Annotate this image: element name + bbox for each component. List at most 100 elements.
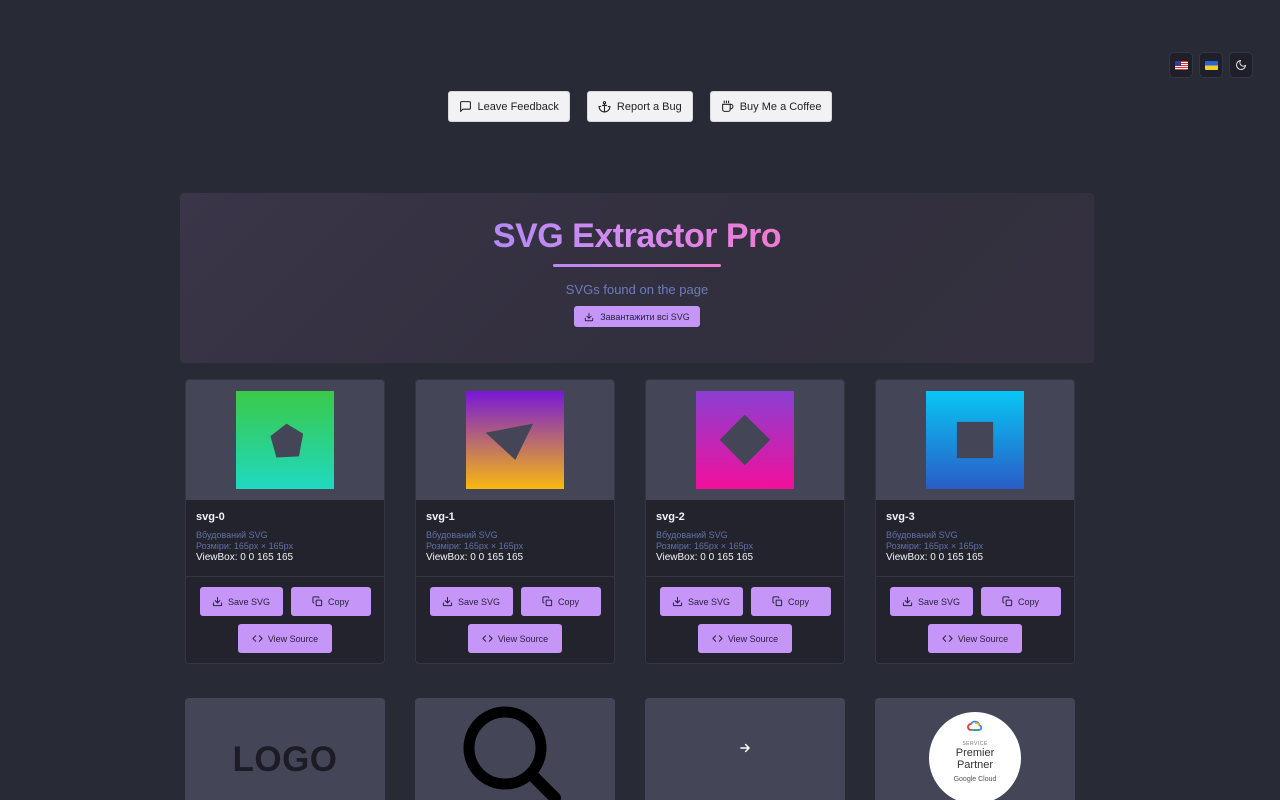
download-icon	[442, 596, 453, 607]
view-source-button[interactable]: View Source	[928, 624, 1022, 653]
language-ukrainian-button[interactable]	[1199, 52, 1223, 78]
svg-card: svg-3 Вбудований SVG Розміри: 165px × 16…	[875, 379, 1075, 664]
svg-type: Вбудований SVG	[656, 530, 728, 540]
svg-card: svg-1 Вбудований SVG Розміри: 165px × 16…	[415, 379, 615, 664]
top-controls	[1169, 52, 1253, 78]
save-svg-button[interactable]: Save SVG	[889, 587, 973, 616]
square-graphic	[926, 391, 1024, 489]
svg-card: svg-2 Вбудований SVG Розміри: 165px × 16…	[645, 379, 845, 664]
svg-type: Вбудований SVG	[196, 530, 268, 540]
svg-info: svg-0 Вбудований SVG Розміри: 165px × 16…	[186, 500, 384, 577]
copy-label: Copy	[1017, 596, 1039, 607]
copy-icon	[312, 596, 323, 607]
card-actions: Save SVG Copy View Source	[186, 577, 384, 663]
copy-button[interactable]: Copy	[750, 587, 831, 616]
svg-viewbox: ViewBox: 0 0 165 165	[886, 552, 984, 563]
arrow-right-icon	[740, 743, 750, 753]
theme-toggle-button[interactable]	[1229, 52, 1253, 78]
svg-preview	[646, 380, 844, 500]
message-icon	[459, 101, 471, 112]
buy-coffee-button[interactable]: Buy Me a Coffee	[709, 91, 833, 122]
buy-coffee-label: Buy Me a Coffee	[739, 100, 822, 113]
language-english-button[interactable]	[1169, 52, 1193, 78]
svg-preview	[186, 380, 384, 500]
code-icon	[942, 635, 953, 642]
logo-preview-text: LOGO	[232, 740, 338, 779]
card-actions: Save SVG Copy View Source	[876, 577, 1074, 663]
copy-button[interactable]: Copy	[290, 587, 371, 616]
moon-icon	[1236, 60, 1246, 70]
download-icon	[585, 312, 594, 321]
svg-name: svg-1	[426, 511, 455, 523]
page-title: SVG Extractor Pro	[492, 217, 782, 255]
anchor-icon	[598, 101, 611, 113]
copy-label: Copy	[327, 596, 349, 607]
copy-icon	[1002, 596, 1013, 607]
save-svg-label: Save SVG	[687, 596, 731, 607]
svg-viewbox: ViewBox: 0 0 165 165	[196, 552, 294, 563]
ua-flag-icon	[1204, 60, 1218, 70]
code-icon	[712, 635, 723, 642]
save-svg-button[interactable]: Save SVG	[429, 587, 513, 616]
page-subtitle: SVGs found on the page	[565, 282, 709, 297]
hero-panel: SVG Extractor Pro SVGs found on the page…	[180, 193, 1094, 363]
view-source-button[interactable]: View Source	[698, 624, 792, 653]
save-svg-button[interactable]: Save SVG	[659, 587, 743, 616]
download-all-button[interactable]: Завантажити всі SVG	[574, 306, 700, 327]
download-icon	[672, 596, 683, 607]
badge-premier: Premier	[955, 747, 995, 759]
view-source-label: View Source	[957, 633, 1009, 644]
svg-card-preview	[415, 698, 615, 800]
save-svg-label: Save SVG	[457, 596, 501, 607]
svg-name: svg-2	[656, 511, 685, 523]
svg-card-preview: SERVICE Premier Partner Google Cloud	[875, 698, 1075, 800]
save-svg-button[interactable]: Save SVG	[199, 587, 283, 616]
svg-preview	[876, 380, 1074, 500]
save-svg-label: Save SVG	[227, 596, 271, 607]
svg-size: Розміри: 165px × 165px	[426, 541, 524, 551]
svg-type: Вбудований SVG	[886, 530, 958, 540]
title-underline	[553, 264, 721, 267]
view-source-label: View Source	[267, 633, 319, 644]
svg-card: svg-0 Вбудований SVG Розміри: 165px × 16…	[185, 379, 385, 664]
download-icon	[902, 596, 913, 607]
view-source-button[interactable]: View Source	[468, 624, 562, 653]
leave-feedback-label: Leave Feedback	[477, 100, 559, 113]
svg-card-preview: LOGO	[185, 698, 385, 800]
badge-partner: Partner	[956, 759, 994, 771]
svg-preview	[416, 380, 614, 500]
copy-label: Copy	[787, 596, 809, 607]
svg-size: Розміри: 165px × 165px	[656, 541, 754, 551]
google-cloud-icon	[967, 720, 983, 731]
badge-google-cloud: Google Cloud	[953, 776, 997, 783]
code-icon	[252, 635, 263, 642]
svg-viewbox: ViewBox: 0 0 165 165	[426, 552, 524, 563]
report-bug-label: Report a Bug	[616, 100, 682, 113]
svg-name: svg-3	[886, 511, 915, 523]
card-actions: Save SVG Copy View Source	[416, 577, 614, 663]
svg-name: svg-0	[196, 511, 225, 523]
partner-badge: SERVICE Premier Partner Google Cloud	[929, 712, 1021, 800]
code-icon	[482, 635, 493, 642]
leave-feedback-button[interactable]: Leave Feedback	[447, 91, 570, 122]
download-all-label: Завантажити всі SVG	[600, 311, 690, 322]
svg-type: Вбудований SVG	[426, 530, 498, 540]
copy-button[interactable]: Copy	[520, 587, 601, 616]
action-row: Leave Feedback Report a Bug Buy Me a Cof…	[0, 91, 1280, 122]
svg-viewbox: ViewBox: 0 0 165 165	[656, 552, 754, 563]
report-bug-button[interactable]: Report a Bug	[586, 91, 693, 122]
save-svg-label: Save SVG	[917, 596, 961, 607]
view-source-label: View Source	[727, 633, 779, 644]
svg-size: Розміри: 165px × 165px	[196, 541, 294, 551]
svg-info: svg-1 Вбудований SVG Розміри: 165px × 16…	[416, 500, 614, 577]
diamond-graphic	[696, 391, 794, 489]
copy-label: Copy	[557, 596, 579, 607]
copy-button[interactable]: Copy	[980, 587, 1061, 616]
us-flag-icon	[1174, 60, 1188, 70]
view-source-button[interactable]: View Source	[238, 624, 332, 653]
svg-size: Розміри: 165px × 165px	[886, 541, 984, 551]
copy-icon	[772, 596, 783, 607]
coffee-icon	[721, 100, 734, 112]
svg-info: svg-2 Вбудований SVG Розміри: 165px × 16…	[646, 500, 844, 577]
svg-info: svg-3 Вбудований SVG Розміри: 165px × 16…	[876, 500, 1074, 577]
